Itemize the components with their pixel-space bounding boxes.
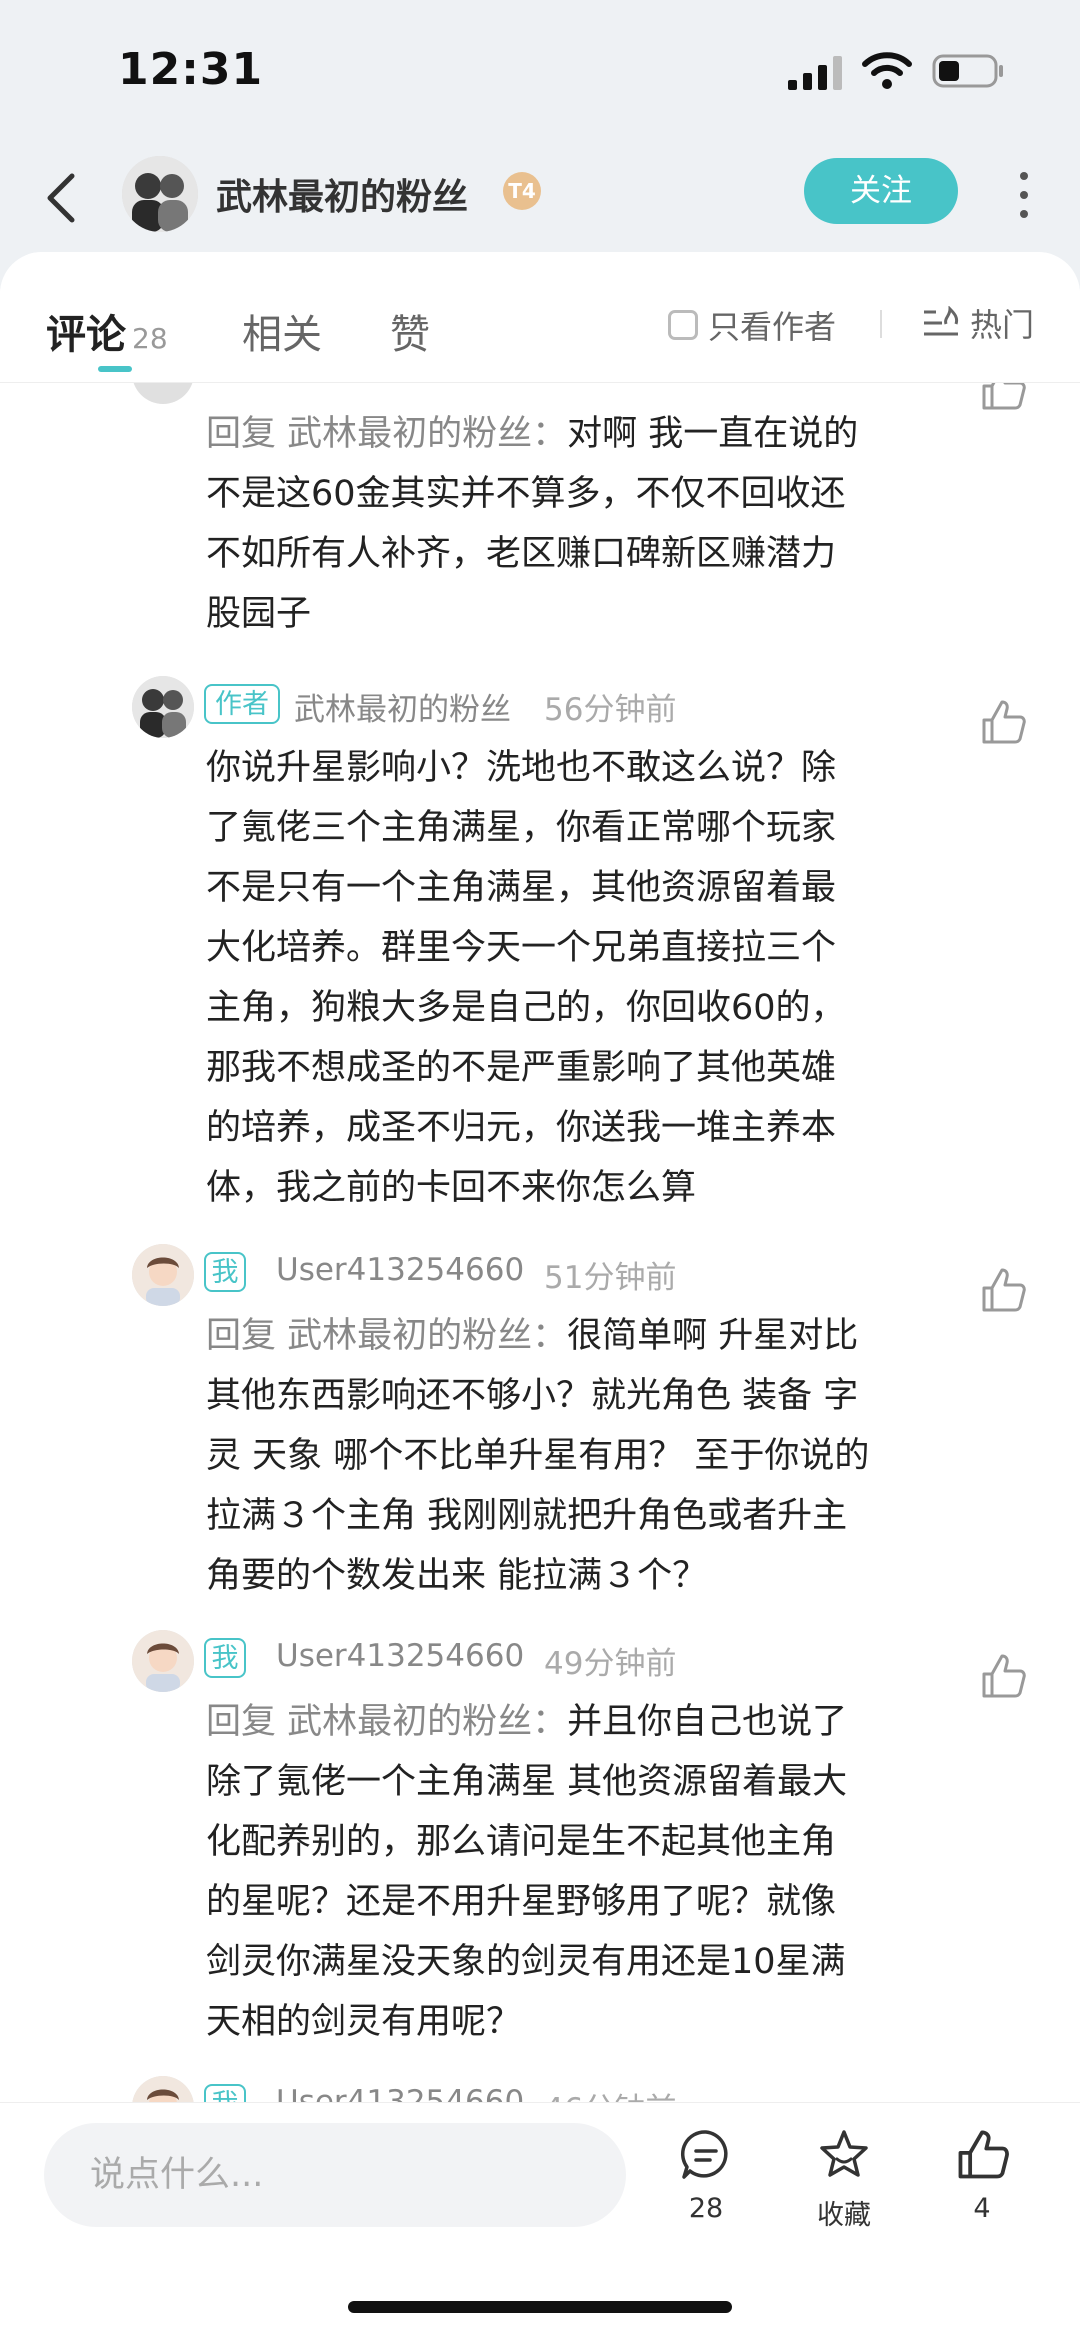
follow-button[interactable]: 关注 (804, 158, 958, 224)
comment-text: 回复 武林最初的粉丝：对啊 我一直在说的 不是这60金其实并不算多，不仅不回收还… (206, 414, 859, 634)
comment-username[interactable]: User413254660 (276, 2084, 524, 2102)
bottom-bar: 说点什么... 28 收藏 4 (0, 2102, 1080, 2338)
only-author-checkbox[interactable] (668, 310, 698, 340)
comment-time: 46分钟前 (544, 2084, 676, 2102)
comment-icon (681, 2130, 728, 2179)
favorite-label: 收藏 (817, 2200, 871, 2231)
thumbs-up-icon[interactable] (976, 696, 1028, 748)
more-icon[interactable] (1010, 170, 1038, 220)
comment-username[interactable]: User413254660 (276, 1638, 524, 1674)
tab-comments-count: 28 (132, 322, 168, 355)
level-badge: T4 (503, 172, 541, 210)
avatar[interactable] (132, 676, 194, 738)
author-name[interactable]: 武林最初的粉丝 (216, 168, 468, 220)
favorite-button[interactable]: 收藏 (794, 2127, 894, 2232)
reply-prefix: 回复 武林最初的粉丝： (206, 414, 568, 454)
avatar[interactable] (132, 382, 194, 404)
comment-list[interactable]: 回复 武林最初的粉丝：对啊 我一直在说的 不是这60金其实并不算多，不仅不回收还… (0, 382, 1080, 2102)
star-icon (820, 2130, 868, 2177)
comments-card: 评论 28 相关 赞 只看作者 热门 回复 武林最初的粉丝：对啊 我一直在说的 … (0, 252, 1080, 2102)
comment-username[interactable]: User413254660 (276, 1252, 524, 1288)
comment-count: 28 (688, 2193, 724, 2224)
thumbs-up-icon[interactable] (976, 1650, 1028, 1702)
sort-icon (924, 306, 959, 336)
thumbs-up-icon[interactable] (976, 1264, 1028, 1316)
comment-time: 56分钟前 (544, 692, 677, 728)
comment-text: 回复 武林最初的粉丝：并且你自己也说了 除了氪佬一个主角满星 其他资源留着最大 … (206, 1702, 848, 2042)
comment-text: 回复 武林最初的粉丝：很简单啊 升星对比 其他东西影响还不够小？就光角色 装备 … (206, 1316, 870, 1596)
comment-text: 你说升星影响小？洗地也不敢这么说？除 了氪佬三个主角满星，你看正常哪个玩家 不是… (206, 748, 846, 1208)
comment-button[interactable]: 28 (656, 2127, 756, 2224)
tab-likes[interactable]: 赞 (390, 302, 430, 360)
sort-label: 热门 (970, 306, 1035, 344)
comment-time: 49分钟前 (544, 1646, 677, 1682)
tab-comments[interactable]: 评论 28 (46, 302, 168, 360)
me-tag: 我 (204, 2084, 246, 2102)
thumbs-up-icon[interactable] (976, 382, 1028, 414)
top-nav: 武林最初的粉丝 T4 关注 (0, 150, 1080, 260)
only-author-label: 只看作者 (708, 308, 837, 346)
signal-icon (788, 56, 842, 90)
thumbs-up-icon (958, 2130, 1009, 2179)
avatar[interactable] (132, 1244, 194, 1306)
reply-prefix: 回复 武林最初的粉丝： (206, 1702, 568, 1742)
tab-bar: 评论 28 相关 赞 只看作者 热门 (0, 252, 1080, 383)
status-bar: 12:31 (0, 0, 1080, 150)
me-tag: 我 (204, 1252, 246, 1292)
battery-icon (932, 54, 1003, 88)
status-time: 12:31 (118, 44, 264, 95)
sort-hot-button[interactable]: 热门 (922, 300, 1034, 346)
comment-username[interactable]: 武林最初的粉丝 (294, 684, 511, 729)
avatar[interactable] (132, 1630, 194, 1692)
author-tag: 作者 (204, 684, 280, 724)
home-indicator (348, 2301, 732, 2313)
reply-prefix: 回复 武林最初的粉丝： (206, 1316, 568, 1356)
tab-related[interactable]: 相关 (242, 302, 322, 360)
wifi-icon (862, 52, 912, 89)
only-author-toggle[interactable]: 只看作者 (668, 302, 836, 348)
tab-divider (880, 310, 882, 338)
comment-input[interactable]: 说点什么... (44, 2123, 626, 2227)
author-avatar[interactable] (122, 156, 198, 232)
back-icon[interactable] (40, 162, 84, 234)
like-button[interactable]: 4 (932, 2127, 1032, 2224)
me-tag: 我 (204, 1638, 246, 1678)
avatar[interactable] (132, 2076, 194, 2102)
tab-active-indicator (98, 366, 132, 372)
like-count: 4 (973, 2193, 991, 2224)
tab-comments-label: 评论 (46, 312, 126, 358)
comment-time: 51分钟前 (544, 1260, 677, 1296)
